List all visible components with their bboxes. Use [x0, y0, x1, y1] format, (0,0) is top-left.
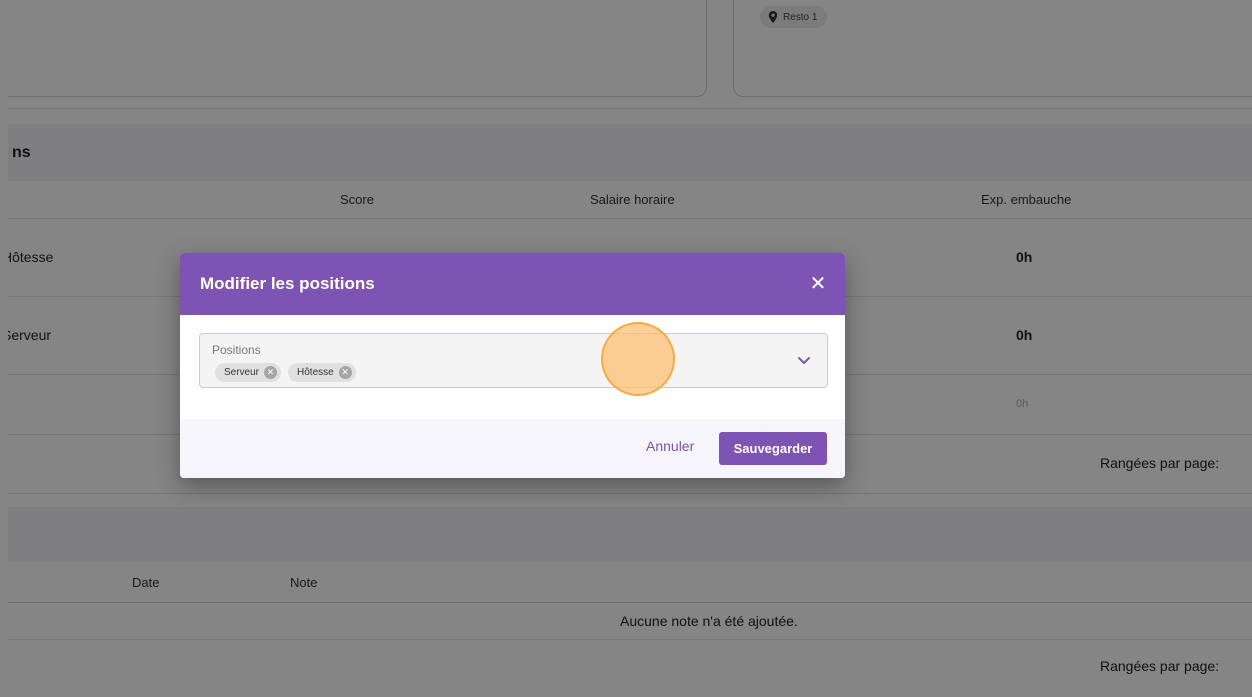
- positions-select[interactable]: Positions Serveur ✕ Hôtesse ✕: [199, 333, 828, 388]
- close-icon[interactable]: ✕: [807, 273, 829, 295]
- dialog-header: Modifier les positions ✕: [180, 253, 845, 315]
- dialog-footer: Annuler Sauvegarder: [180, 419, 845, 478]
- position-chip-label: Hôtesse: [297, 367, 334, 378]
- chevron-down-icon[interactable]: [795, 351, 813, 369]
- positions-field-label: Positions: [212, 343, 261, 357]
- edit-positions-dialog: Modifier les positions ✕ Positions Serve…: [180, 253, 845, 478]
- position-chip-hotesse: Hôtesse ✕: [288, 363, 356, 382]
- dialog-title: Modifier les positions: [200, 274, 375, 293]
- click-indicator: [601, 322, 675, 396]
- cancel-button[interactable]: Annuler: [646, 438, 694, 454]
- save-button[interactable]: Sauvegarder: [719, 432, 827, 465]
- remove-chip-icon[interactable]: ✕: [338, 366, 352, 379]
- position-chip-label: Serveur: [224, 367, 260, 378]
- selected-positions: Serveur ✕ Hôtesse ✕: [215, 363, 356, 382]
- position-chip-serveur: Serveur ✕: [215, 363, 282, 382]
- remove-chip-icon[interactable]: ✕: [264, 366, 278, 379]
